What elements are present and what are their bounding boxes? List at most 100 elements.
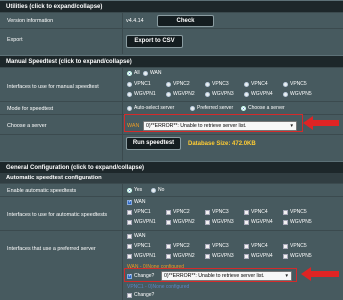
interface-all-radio[interactable] xyxy=(127,71,132,76)
pref-vpnc5-checkbox[interactable] xyxy=(283,244,288,249)
pref-wgvpn1-checkbox[interactable] xyxy=(127,254,132,259)
run-speedtest-button[interactable]: Run speedtest xyxy=(126,137,181,150)
auto-wan-checkbox[interactable] xyxy=(127,199,132,205)
auto-vpnc3-label: VPNC3 xyxy=(212,209,229,215)
manual-wgvpn5-radio[interactable] xyxy=(283,92,288,97)
choose-server-label: Choose a server xyxy=(7,123,47,129)
database-size: Database Size: 472.0KB xyxy=(188,141,256,147)
pref-vpnc2-label: VPNC2 xyxy=(173,243,190,249)
manual-vpnc4-label: VPNC4 xyxy=(251,81,268,87)
pref-wgvpn3-label: WGVPN3 xyxy=(212,253,234,259)
interface-wan-label: WAN xyxy=(150,70,162,76)
auto-interfaces-label: Interfaces to use for automatic speedtes… xyxy=(7,212,108,218)
interface-wan-radio[interactable] xyxy=(143,71,148,76)
manual-vpnc2-label: VPNC2 xyxy=(173,81,190,87)
auto-vpnc4-label: VPNC4 xyxy=(251,209,268,215)
mode-auto-radio[interactable] xyxy=(127,106,132,111)
mode-preferred-radio[interactable] xyxy=(190,106,195,111)
pref-wan-checkbox[interactable] xyxy=(127,234,132,239)
auto-wgvpn3-label: WGVPN3 xyxy=(212,219,234,225)
pref-wgvpn4-checkbox[interactable] xyxy=(244,254,249,259)
auto-interfaces-row: Interfaces to use for automatic speedtes… xyxy=(0,196,343,230)
general-config-section-header[interactable]: General Configuration (click to expand/c… xyxy=(0,161,343,173)
manual-wgvpn4-radio[interactable] xyxy=(244,92,249,97)
pref-wgvpn3-checkbox[interactable] xyxy=(205,254,210,259)
pref-wgvpn2-label: WGVPN2 xyxy=(173,253,195,259)
manual-vpnc4-radio[interactable] xyxy=(244,82,249,87)
export-csv-button[interactable]: Export to CSV xyxy=(126,35,183,48)
manual-interfaces-row: Interfaces to use for manual speedtest A… xyxy=(0,67,343,101)
manual-vpnc5-radio[interactable] xyxy=(283,82,288,87)
highlight-box xyxy=(124,268,297,282)
interface-all-label: All xyxy=(134,70,140,76)
auto-wgvpn2-checkbox[interactable] xyxy=(166,220,171,225)
manual-vpnc3-radio[interactable] xyxy=(205,82,210,87)
auto-wgvpn5-label: WGVPN5 xyxy=(290,219,312,225)
manual-wgvpn3-radio[interactable] xyxy=(205,92,210,97)
preferred-interfaces-row: Interfaces that use a preferred server W… xyxy=(0,230,343,300)
auto-vpnc5-checkbox[interactable] xyxy=(283,210,288,215)
manual-vpnc5-label: VPNC5 xyxy=(290,81,307,87)
mode-choose-label: Choose a server xyxy=(248,105,285,111)
manual-wgvpn2-label: WGVPN2 xyxy=(173,91,195,97)
auto-vpnc3-checkbox[interactable] xyxy=(205,210,210,215)
auto-vpnc1-checkbox[interactable] xyxy=(127,210,132,215)
enable-yes-radio[interactable] xyxy=(127,188,132,193)
preferred-interfaces-label: Interfaces that use a preferred server xyxy=(7,246,96,252)
pref-vpnc4-label: VPNC4 xyxy=(251,243,268,249)
pref-wgvpn5-checkbox[interactable] xyxy=(283,254,288,259)
auto-vpnc1-label: VPNC1 xyxy=(134,209,151,215)
enable-auto-row: Enable automatic speedtests Yes No xyxy=(0,183,343,196)
mode-label: Mode for speedtest xyxy=(7,106,54,112)
export-row: Export Export to CSV xyxy=(0,28,343,54)
pref-wgvpn2-checkbox[interactable] xyxy=(166,254,171,259)
auto-vpnc4-checkbox[interactable] xyxy=(244,210,249,215)
version-value: v4.4.14 xyxy=(126,18,144,24)
manual-vpnc1-radio[interactable] xyxy=(127,82,132,87)
check-button[interactable]: Check xyxy=(157,15,214,27)
highlight-box xyxy=(124,114,303,132)
mode-choose-radio[interactable] xyxy=(241,106,246,111)
manual-wgvpn4-label: WGVPN4 xyxy=(251,91,273,97)
auto-wgvpn2-label: WGVPN2 xyxy=(173,219,195,225)
manual-wgvpn1-label: WGVPN1 xyxy=(134,91,156,97)
pref-vpnc2-checkbox[interactable] xyxy=(166,244,171,249)
change-vpnc1-label: Change? xyxy=(134,292,155,298)
pref-vpnc1-label: VPNC1 xyxy=(134,243,151,249)
auto-wgvpn4-label: WGVPN4 xyxy=(251,219,273,225)
mode-row: Mode for speedtest Auto-select server Pr… xyxy=(0,101,343,114)
manual-wgvpn3-label: WGVPN3 xyxy=(212,91,234,97)
red-arrow-icon xyxy=(303,116,339,130)
pref-vpnc4-checkbox[interactable] xyxy=(244,244,249,249)
auto-wan-label: WAN xyxy=(134,199,146,205)
pref-wgvpn5-label: WGVPN5 xyxy=(290,253,312,259)
mode-preferred-label: Preferred server xyxy=(197,105,234,111)
manual-speedtest-section-header[interactable]: Manual Speedtest (click to expand/collap… xyxy=(0,55,343,67)
auto-vpnc2-label: VPNC2 xyxy=(173,209,190,215)
export-label: Export xyxy=(7,37,23,43)
pref-vpnc3-checkbox[interactable] xyxy=(205,244,210,249)
auto-vpnc5-label: VPNC5 xyxy=(290,209,307,215)
utilities-section-header[interactable]: Utilities (click to expand/collapse) xyxy=(0,0,343,12)
enable-no-label: No xyxy=(158,187,165,193)
manual-interfaces-label: Interfaces to use for manual speedtest xyxy=(7,84,99,90)
red-arrow-icon xyxy=(301,267,339,281)
pref-vpnc3-label: VPNC3 xyxy=(212,243,229,249)
auto-wgvpn1-checkbox[interactable] xyxy=(127,220,132,225)
pref-wan-label: WAN xyxy=(134,233,146,239)
enable-auto-label: Enable automatic speedtests xyxy=(7,188,77,194)
auto-wgvpn4-checkbox[interactable] xyxy=(244,220,249,225)
pref-vpnc5-label: VPNC5 xyxy=(290,243,307,249)
change-vpnc1-checkbox[interactable] xyxy=(127,293,132,298)
auto-wgvpn5-checkbox[interactable] xyxy=(283,220,288,225)
manual-wgvpn2-radio[interactable] xyxy=(166,92,171,97)
vpnc1-server-status: VPNC1 - 0)None configured xyxy=(127,284,190,290)
enable-no-radio[interactable] xyxy=(151,188,156,193)
manual-vpnc2-radio[interactable] xyxy=(166,82,171,87)
auto-wgvpn1-label: WGVPN1 xyxy=(134,219,156,225)
auto-wgvpn3-checkbox[interactable] xyxy=(205,220,210,225)
pref-vpnc1-checkbox[interactable] xyxy=(127,244,132,249)
manual-wgvpn1-radio[interactable] xyxy=(127,92,132,97)
pref-wgvpn4-label: WGVPN4 xyxy=(251,253,273,259)
auto-vpnc2-checkbox[interactable] xyxy=(166,210,171,215)
